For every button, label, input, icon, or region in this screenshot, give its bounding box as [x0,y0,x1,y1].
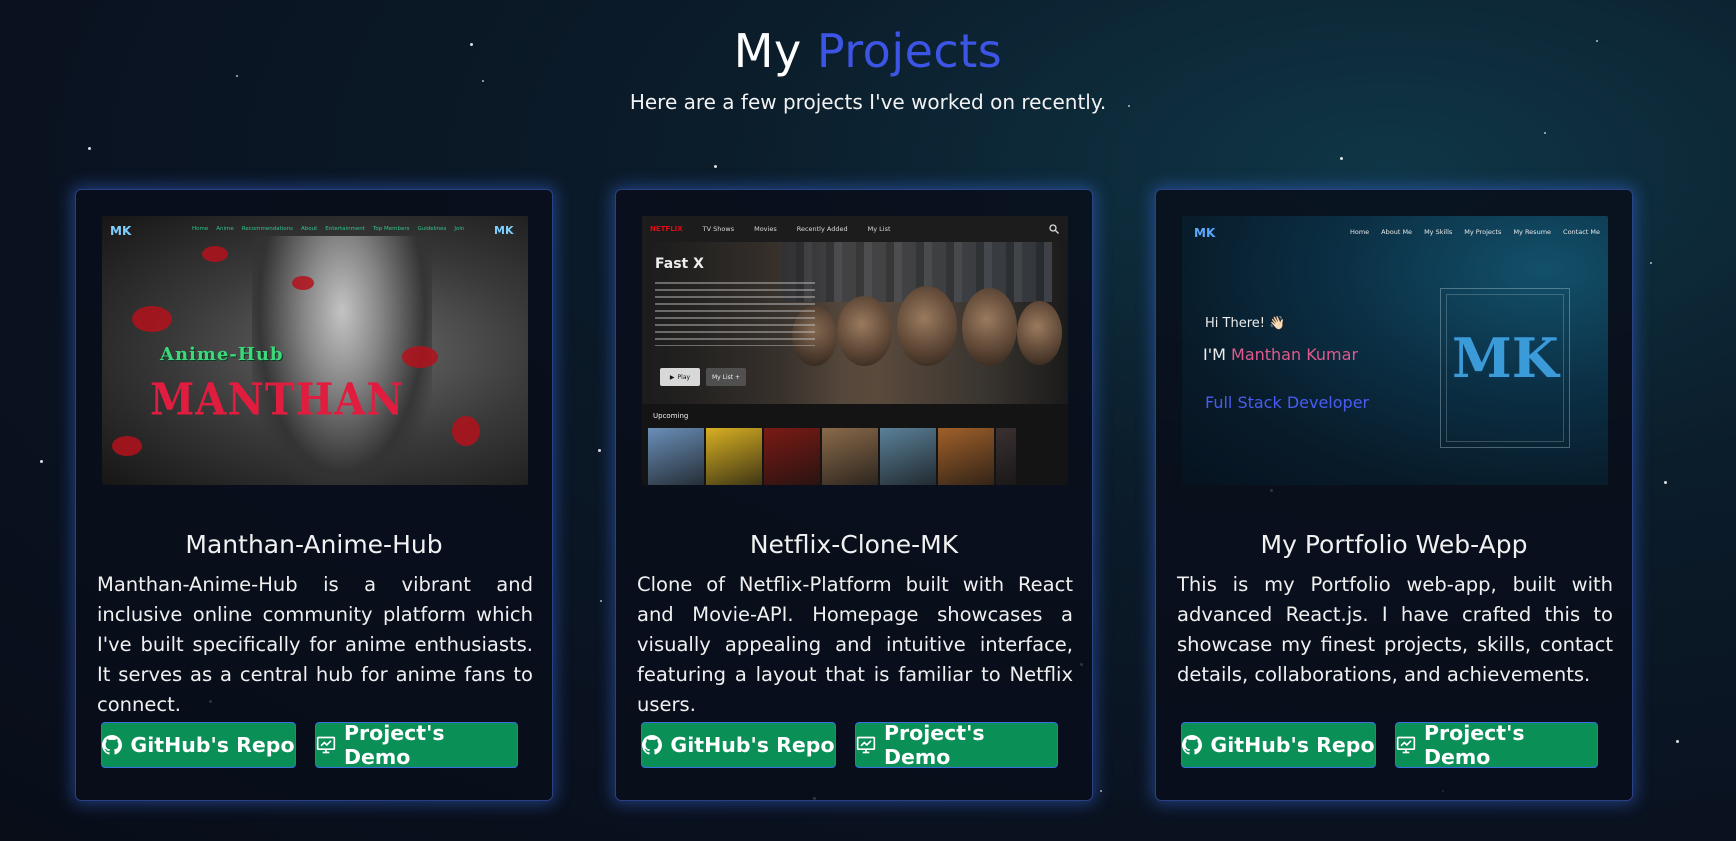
cast-portrait [897,286,957,366]
title-accent: Projects [816,24,1003,78]
github-icon [102,735,123,755]
movie-poster [996,428,1016,485]
mk-emblem: MK [1452,326,1559,390]
preview-nav-item: Top Members [372,226,410,232]
title-prefix: My [733,24,802,78]
presentation-icon [316,736,336,754]
project-demo-label: Project's Demo [884,721,985,769]
paint-splatter [112,436,142,456]
netflix-logo: NETFLIX [650,225,683,233]
play-button: ▶ Play [660,368,700,386]
paint-splatter [452,416,480,446]
project-card-anime-hub: MK MK Home Anime Recommendations About E… [75,189,553,801]
github-repo-label: GitHub's Repo [670,733,835,757]
github-repo-label: GitHub's Repo [130,733,295,757]
project-description: Manthan-Anime-Hub is a vibrant and inclu… [97,573,533,716]
github-icon [1182,735,1203,755]
presentation-icon [856,736,876,754]
preview-nav-item: Home [192,226,209,232]
project-demo-button[interactable]: Project's Demo [315,721,518,769]
row-title: Upcoming [653,412,689,420]
movie-poster [764,428,820,485]
project-preview-image: MK Home About Me My Skills My Projects M… [1182,216,1608,485]
project-card-netflix-clone: NETFLIX TV Shows Movies Recently Added M… [615,189,1093,801]
preview-nav-item: Contact Me [1563,228,1600,236]
play-icon: ▶ [669,373,675,381]
preview-nav-item: Home [1349,228,1370,236]
preview-nav-item: My List [867,225,891,233]
projects-grid: MK MK Home Anime Recommendations About E… [75,189,1633,801]
github-repo-button[interactable]: GitHub's Repo [1181,722,1376,768]
paint-splatter [132,306,172,332]
preview-nav-item: Recommendations [241,226,293,232]
site-logo: MK [110,224,132,238]
search-icon [1049,224,1059,234]
project-card-portfolio: MK Home About Me My Skills My Projects M… [1155,189,1633,801]
project-title: My Portfolio Web-App [1260,530,1528,559]
preview-nav-item: My Resume [1513,228,1552,236]
github-repo-label: GitHub's Repo [1210,733,1375,757]
paint-splatter [202,246,228,262]
movie-synopsis [655,282,815,346]
project-description: Clone of Netflix-Platform built with Rea… [637,573,1073,716]
project-title: Manthan-Anime-Hub [185,530,443,559]
presentation-icon [1396,736,1416,754]
preview-nav: Home About Me My Skills My Projects My R… [1350,228,1600,236]
preview-intro: I'M Manthan Kumar [1203,345,1358,364]
section-header: My Projects Here are a few projects I've… [0,24,1736,114]
preview-nav-item: Recently Added [796,225,848,233]
movie-poster [706,428,762,485]
site-logo: MK [1194,226,1216,240]
project-demo-button[interactable]: Project's Demo [855,721,1058,769]
page-subtitle: Here are a few projects I've worked on r… [629,90,1107,114]
preview-role: Full Stack Developer [1205,393,1370,412]
project-preview-image: NETFLIX TV Shows Movies Recently Added M… [642,216,1068,485]
cast-portrait [837,296,892,366]
preview-heading: Anime-Hub [160,344,284,365]
movie-poster [648,428,704,485]
intro-prefix: I'M [1203,345,1226,364]
cast-portrait [962,288,1017,366]
preview-nav-item: Join [454,226,465,232]
paint-splatter [402,346,438,368]
paint-splatter [292,276,314,290]
project-preview-image: MK MK Home Anime Recommendations About E… [102,216,528,485]
project-description: This is my Portfolio web-app, built with… [1177,573,1613,686]
movie-title: Fast X [655,256,704,272]
project-title: Netflix-Clone-MK [749,530,959,559]
preview-greeting: Hi There! 👋🏻 [1205,316,1286,331]
preview-nav-item: Movies [754,225,777,233]
preview-name: MANTHAN [150,373,405,426]
preview-nav-item: Guidelines [417,226,447,232]
preview-nav-item: My Skills [1424,228,1453,236]
poster-row [648,428,1016,485]
movie-poster [822,428,878,485]
preview-nav: Home Anime Recommendations About Enterta… [192,226,464,232]
preview-nav-item: Entertainment [325,226,365,232]
preview-nav: NETFLIX TV Shows Movies Recently Added M… [642,216,1068,242]
project-demo-button[interactable]: Project's Demo [1395,721,1598,769]
github-repo-button[interactable]: GitHub's Repo [101,722,296,768]
movie-poster [938,428,994,485]
site-logo-right: MK [494,224,514,237]
play-label: Play [677,373,691,381]
github-icon [642,735,663,755]
preview-nav-item: Anime [216,226,234,232]
movie-poster [880,428,936,485]
cast-portrait [1017,301,1062,365]
intro-name: Manthan Kumar [1231,345,1359,364]
project-demo-label: Project's Demo [344,721,445,769]
github-repo-button[interactable]: GitHub's Repo [641,722,836,768]
my-list-button: My List + [706,368,746,386]
preview-nav-item: About [300,226,318,232]
preview-nav-item: TV Shows [702,225,735,233]
preview-nav-item: About Me [1381,228,1413,236]
preview-nav-item: My Projects [1464,228,1502,236]
page-title: My Projects [0,24,1736,78]
project-demo-label: Project's Demo [1424,721,1525,769]
